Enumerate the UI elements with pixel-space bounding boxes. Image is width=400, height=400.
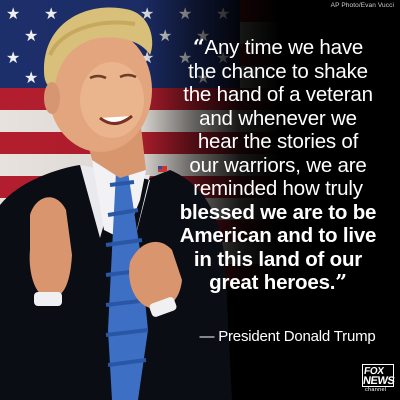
logo-text-channel: channel	[365, 387, 387, 393]
quote-line: our warriors, we are	[189, 153, 367, 177]
quote-line-bold: in this land of our	[193, 247, 363, 271]
logo-text-news: NEWS	[362, 375, 396, 387]
quote-line-bold: American and to live	[179, 224, 377, 247]
quote-line: hear the stories of	[197, 130, 359, 153]
close-quote-mark: ”	[335, 270, 347, 294]
quote-attribution: — President Donald Trump	[199, 328, 376, 345]
quote-card: ★ ★ ★ ★ ★ ★ ★ ★ ★ ★ ★ ★ ★ ★	[0, 0, 400, 400]
quote-text: “Any time we have the chance to shake th…	[160, 35, 396, 295]
quote-line: “Any time we have	[192, 35, 364, 59]
quote-line: and whenever we	[199, 106, 357, 130]
open-quote-mark: “	[192, 35, 205, 59]
quote-line: the hand of a veteran	[183, 83, 373, 106]
network-logo: FOX NEWS channel	[362, 364, 396, 396]
photo-credit: AP Photo/Evan Vucci	[330, 2, 394, 9]
quote-line-bold: blessed we are to be	[179, 200, 377, 224]
quote-line: the chance to shake	[188, 59, 368, 83]
quote-line-bold: great heroes.”	[209, 270, 347, 294]
quote-line: reminded how truly	[193, 177, 363, 200]
